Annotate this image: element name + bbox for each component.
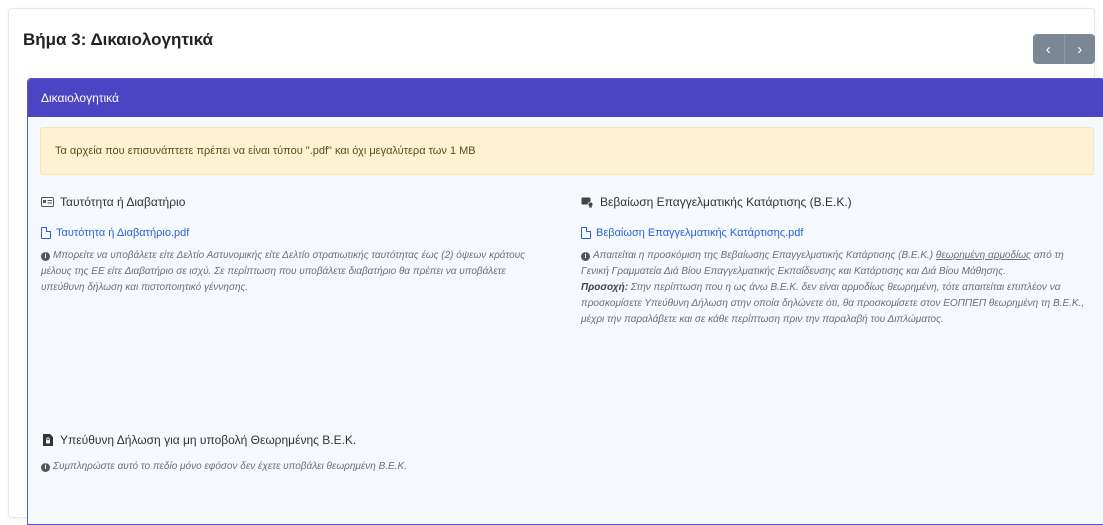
doc-file-name: Ταυτότητα ή Διαβατήριο.pdf xyxy=(56,227,190,239)
file-requirements-alert: Τα αρχεία που επισυνάπτετε πρέπει να είν… xyxy=(40,127,1094,175)
page-title: Βήμα 3: Δικαιολογητικά xyxy=(23,30,214,49)
doc-title-text: Υπεύθυνη Δήλωση για μη υποβολή Θεωρημένη… xyxy=(60,433,357,447)
chevron-right-icon: › xyxy=(1077,40,1083,58)
doc-id-passport: Ταυτότητα ή Διαβατήριο Ταυτότητα ή Διαβα… xyxy=(41,195,546,296)
documents-panel: Δικαιολογητικά Τα αρχεία που επισυνάπτετ… xyxy=(27,78,1103,525)
next-step-button[interactable]: › xyxy=(1063,34,1096,64)
doc-file-link[interactable]: Βεβαίωση Επαγγελματικής Κατάρτισης.pdf xyxy=(581,227,1086,239)
doc-help-part-a: Απαιτείται η προσκόμιση της Βεβαίωσης Επ… xyxy=(593,250,936,261)
certificate-icon xyxy=(581,196,594,209)
file-lock-icon xyxy=(41,434,54,447)
file-icon xyxy=(41,227,51,239)
doc-title-text: Βεβαίωση Επαγγελματικής Κατάρτισης (Β.Ε.… xyxy=(600,195,852,209)
info-icon: i xyxy=(581,252,590,261)
doc-declaration: Υπεύθυνη Δήλωση για μη υποβολή Θεωρημένη… xyxy=(41,433,546,475)
doc-help: Μπορείτε να υποβάλετε είτε Δελτίο Αστυνο… xyxy=(41,250,526,293)
doc-help-text: i Μπορείτε να υποβάλετε είτε Δελτίο Αστυν… xyxy=(41,248,546,296)
info-icon: i xyxy=(41,463,50,472)
id-card-icon xyxy=(41,196,54,209)
doc-help-underlined: θεωρημένη αρμοδίως xyxy=(935,250,1031,261)
warning-text: Στην περίπτωση που η ως άνω Β.Ε.Κ. δεν ε… xyxy=(581,282,1085,325)
doc-file-name: Βεβαίωση Επαγγελματικής Κατάρτισης.pdf xyxy=(596,227,804,239)
step-navigation: ‹ › xyxy=(1033,34,1095,64)
file-icon xyxy=(581,227,591,239)
doc-vek-certificate: Βεβαίωση Επαγγελματικής Κατάρτισης (Β.Ε.… xyxy=(581,195,1086,328)
warning-label: Προσοχή: xyxy=(581,282,629,293)
doc-help-text: i Συμπληρώστε αυτό το πεδίο μόνο εφόσον δ… xyxy=(41,459,546,475)
panel-header: Δικαιολογητικά xyxy=(28,79,1103,117)
doc-help: Συμπληρώστε αυτό το πεδίο μόνο εφόσον δε… xyxy=(53,461,407,472)
doc-title: Βεβαίωση Επαγγελματικής Κατάρτισης (Β.Ε.… xyxy=(581,195,1086,209)
chevron-left-icon: ‹ xyxy=(1045,40,1051,58)
prev-step-button[interactable]: ‹ xyxy=(1033,34,1064,64)
info-icon: i xyxy=(41,252,50,261)
doc-help-text: i Απαιτείται η προσκόμιση της Βεβαίωσης Ε… xyxy=(581,248,1086,328)
doc-title: Ταυτότητα ή Διαβατήριο xyxy=(41,195,546,209)
doc-file-link[interactable]: Ταυτότητα ή Διαβατήριο.pdf xyxy=(41,227,546,239)
doc-title-text: Ταυτότητα ή Διαβατήριο xyxy=(60,195,186,209)
doc-title: Υπεύθυνη Δήλωση για μη υποβολή Θεωρημένη… xyxy=(41,433,546,447)
